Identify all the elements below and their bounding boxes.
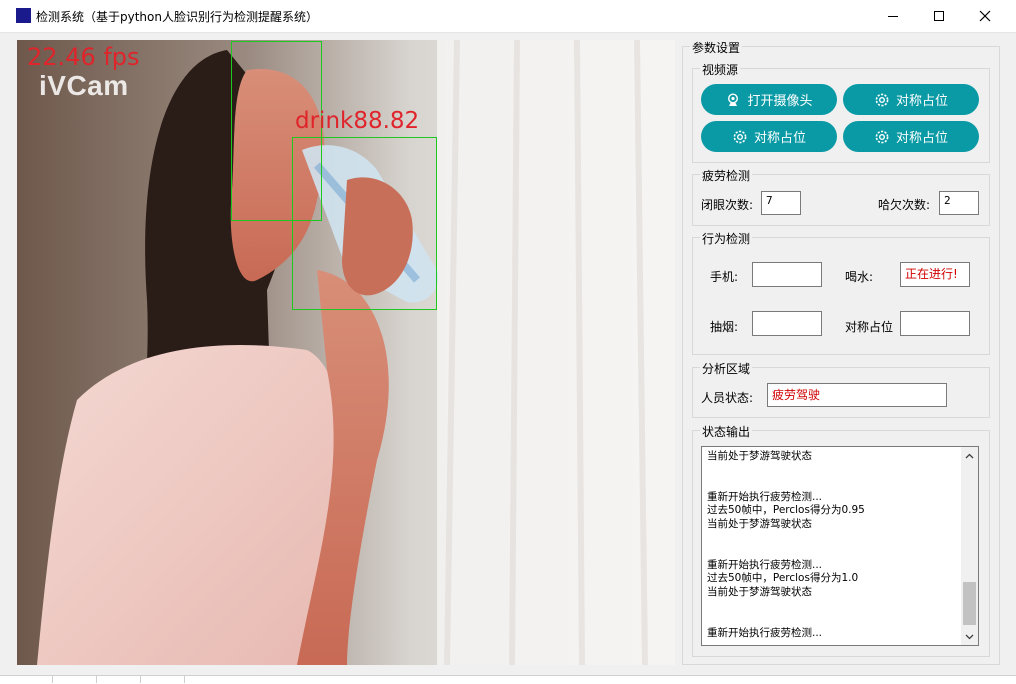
placeholder-button-1-label: 对称占位 (895, 94, 948, 109)
ivcam-watermark: iVCam (39, 70, 129, 101)
bottom-cell (52, 675, 97, 683)
gear-icon (874, 92, 890, 108)
eye-close-count-field[interactable]: 7 (761, 191, 801, 215)
bottom-cell (96, 675, 141, 683)
log-scrollbar[interactable] (961, 447, 978, 645)
app-icon (16, 8, 31, 23)
person-status-label: 人员状态: (701, 391, 754, 405)
placeholder-behavior-field[interactable] (900, 311, 970, 336)
scroll-down-arrow[interactable] (961, 628, 978, 645)
open-camera-label: 打开摄像头 (747, 94, 813, 109)
settings-panel-title: 参数设置 (690, 39, 743, 56)
phone-status-field[interactable] (752, 262, 822, 287)
window-title: 检测系统（基于python人脸识别行为检测提醒系统） (36, 10, 318, 24)
drink-label: 喝水: (845, 270, 874, 284)
placeholder-button-1[interactable]: 对称占位 (843, 84, 979, 115)
placeholder-button-3[interactable]: 对称占位 (843, 121, 979, 152)
phone-label: 手机: (710, 270, 739, 284)
behavior-detection-title: 行为检测 (700, 230, 753, 247)
drink-detection-box (292, 137, 437, 310)
camera-icon (725, 92, 741, 108)
scroll-thumb[interactable] (963, 582, 976, 625)
status-output-log[interactable]: 当前处于梦游驾驶状态 重新开始执行疲劳检测... 过去50帧中，Perclos得… (701, 446, 979, 646)
maximize-icon (934, 11, 944, 21)
placeholder-behavior-label: 对称占位 (845, 320, 894, 334)
fatigue-detection-title: 疲劳检测 (700, 167, 753, 184)
placeholder-button-2[interactable]: 对称占位 (701, 121, 837, 152)
drink-status-field[interactable]: 正在进行! (900, 262, 970, 287)
eye-close-label: 闭眼次数: (701, 198, 754, 212)
title-bar: 检测系统（基于python人脸识别行为检测提醒系统） (0, 0, 1016, 33)
placeholder-button-3-label: 对称占位 (895, 131, 948, 146)
gear-icon (732, 129, 748, 145)
placeholder-button-2-label: 对称占位 (753, 131, 806, 146)
close-button[interactable] (962, 0, 1008, 32)
status-output-title: 状态输出 (700, 423, 753, 440)
drink-detection-label: drink88.82 (295, 108, 420, 134)
smoke-label: 抽烟: (710, 320, 739, 334)
scroll-up-arrow[interactable] (961, 447, 978, 464)
status-log-text: 当前处于梦游驾驶状态 重新开始执行疲劳检测... 过去50帧中，Perclos得… (707, 450, 865, 639)
yawn-count-field[interactable]: 2 (939, 191, 979, 215)
yawn-label: 哈欠次数: (878, 198, 931, 212)
close-icon (979, 10, 991, 22)
person-status-field[interactable]: 疲劳驾驶 (767, 383, 947, 407)
chevron-up-icon (965, 453, 974, 458)
bottom-cell (140, 675, 185, 683)
gear-icon (874, 129, 890, 145)
open-camera-button[interactable]: 打开摄像头 (701, 84, 837, 115)
minimize-button[interactable] (870, 0, 916, 32)
video-display: 22.46 fps iVCam drink88.82 (17, 40, 675, 665)
maximize-button[interactable] (916, 0, 962, 32)
chevron-down-icon (965, 634, 974, 639)
fps-overlay: 22.46 fps (27, 43, 140, 71)
video-source-title: 视频源 (700, 61, 741, 78)
smoke-status-field[interactable] (752, 311, 822, 336)
analysis-title: 分析区域 (700, 360, 753, 377)
behavior-detection-group (692, 237, 990, 355)
minimize-icon (888, 16, 898, 17)
bottom-cell (8, 675, 53, 683)
